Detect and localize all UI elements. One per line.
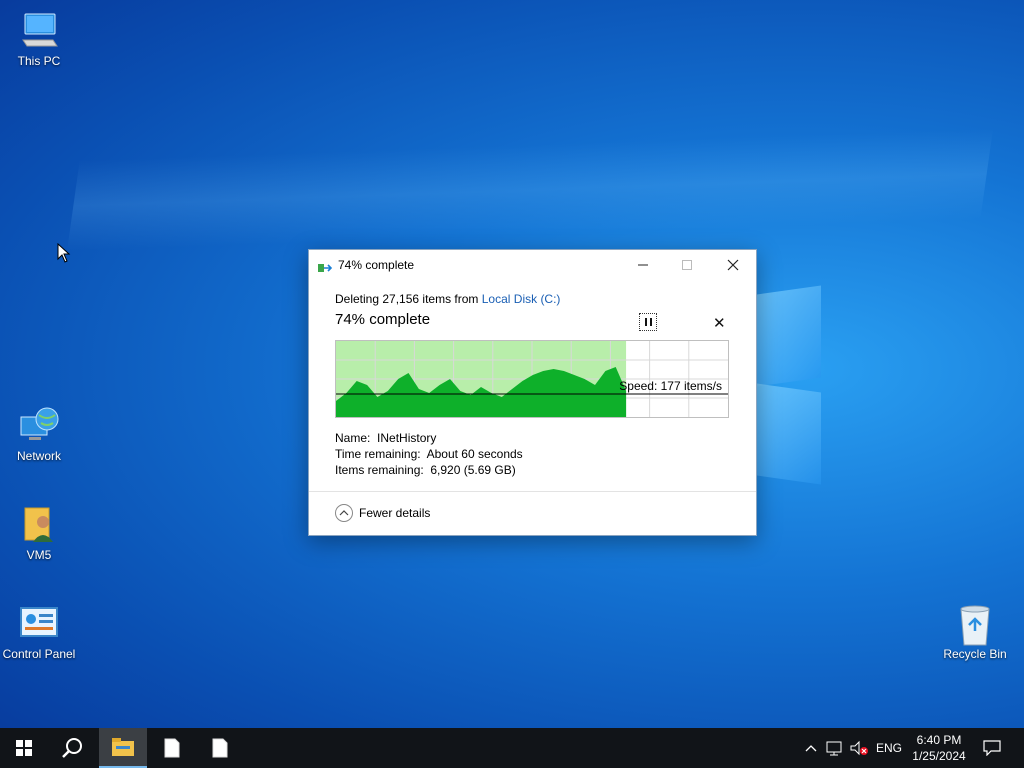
detail-items: Items remaining: 6,920 (5.69 GB)	[335, 462, 523, 478]
action-center-button[interactable]	[978, 728, 1006, 768]
minimize-button[interactable]	[620, 250, 666, 280]
file-operation-icon	[318, 260, 333, 272]
name-value: INetHistory	[377, 431, 437, 445]
fewer-details-button[interactable]: Fewer details	[335, 504, 430, 522]
operation-prefix: Deleting 27,156 items from	[335, 292, 479, 306]
progress-speed-graph: Speed: 177 items/s	[335, 340, 729, 418]
desktop-icon-label: Recycle Bin	[943, 647, 1007, 661]
windows-icon	[16, 740, 32, 756]
desktop-icon-network[interactable]: Network	[0, 405, 78, 463]
search-icon	[62, 738, 82, 758]
details-section: Name: INetHistory Time remaining: About …	[335, 430, 523, 478]
time-remaining-label: Time remaining:	[335, 447, 421, 461]
location-link[interactable]: Local Disk (C:)	[482, 292, 561, 306]
speed-label: Speed: 177 items/s	[619, 379, 722, 393]
maximize-button	[664, 250, 710, 280]
chevron-up-icon	[335, 504, 353, 522]
close-button[interactable]	[710, 250, 756, 280]
volume-muted-icon[interactable]	[848, 728, 870, 768]
fewer-details-label: Fewer details	[359, 506, 431, 520]
network-tray-icon[interactable]	[824, 728, 846, 768]
items-remaining-value: 6,920 (5.69 GB)	[430, 463, 516, 477]
name-label: Name:	[335, 431, 371, 445]
clock[interactable]: 6:40 PM 1/25/2024	[908, 732, 970, 764]
operation-description: Deleting 27,156 items from Local Disk (C…	[335, 292, 730, 306]
search-button[interactable]	[48, 728, 96, 768]
taskbar-file-explorer[interactable]	[99, 728, 147, 768]
mouse-cursor	[57, 242, 71, 268]
recycle-bin-icon	[955, 603, 995, 646]
pause-button[interactable]	[639, 313, 657, 331]
desktop-icon-label: Control Panel	[2, 647, 76, 661]
dialog-title: 74% complete	[338, 258, 415, 272]
items-remaining-label: Items remaining:	[335, 463, 424, 477]
taskbar: ENG 6:40 PM 1/25/2024	[0, 728, 1024, 768]
start-button[interactable]	[0, 728, 48, 768]
close-icon	[727, 259, 739, 271]
document-icon	[212, 738, 228, 758]
cancel-operation-button[interactable]: ✕	[713, 314, 726, 332]
chevron-up-icon	[805, 745, 817, 752]
percent-complete: 74% complete	[335, 311, 431, 328]
detail-time: Time remaining: About 60 seconds	[335, 446, 523, 462]
this-pc-icon	[19, 10, 59, 50]
clock-date: 1/25/2024	[912, 749, 966, 763]
desktop-icon-label: Network	[16, 449, 61, 463]
desktop-icon-this-pc[interactable]: This PC	[0, 10, 78, 68]
file-explorer-icon	[112, 738, 134, 756]
desktop-icon-label: This PC	[17, 54, 61, 68]
document-icon	[164, 738, 180, 758]
dialog-titlebar[interactable]: 74% complete	[309, 250, 756, 280]
control-panel-icon	[19, 603, 59, 643]
show-hidden-icons-button[interactable]	[800, 728, 822, 768]
desktop-icon-recycle-bin[interactable]: Recycle Bin	[936, 603, 1014, 661]
desktop-icon-vm5[interactable]: VM5	[0, 504, 78, 562]
desktop-icon-control-panel[interactable]: Control Panel	[0, 603, 78, 661]
time-remaining-value: About 60 seconds	[426, 447, 523, 461]
taskbar-document-2[interactable]	[196, 728, 244, 768]
desktop-icon-label: VM5	[26, 548, 52, 562]
clock-time: 6:40 PM	[916, 733, 962, 747]
detail-name: Name: INetHistory	[335, 430, 523, 446]
divider	[309, 491, 756, 492]
notification-icon	[983, 740, 1001, 756]
delete-progress-dialog: 74% complete Deleting 27,156 items from …	[308, 249, 757, 536]
user-folder-icon	[19, 504, 59, 544]
taskbar-document-1[interactable]	[148, 728, 196, 768]
input-language[interactable]: ENG	[876, 741, 902, 755]
network-icon	[19, 405, 59, 445]
